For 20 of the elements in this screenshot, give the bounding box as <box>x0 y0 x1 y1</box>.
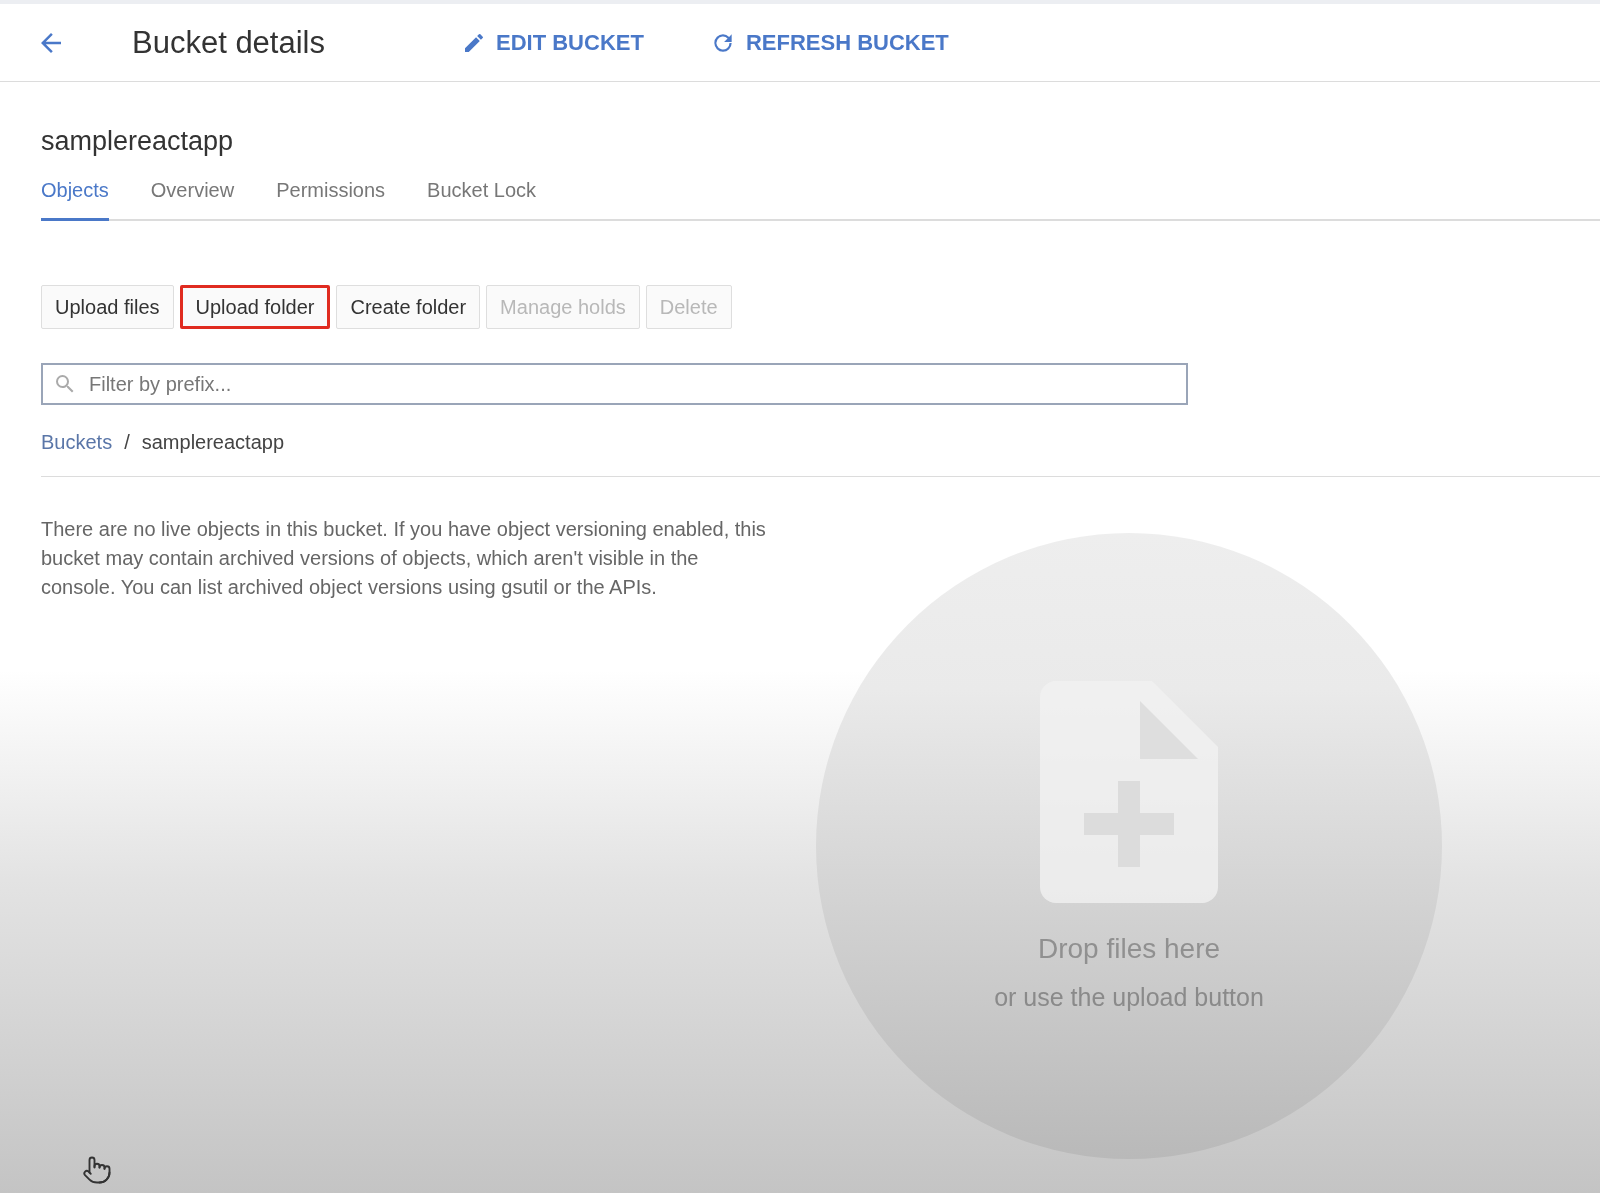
add-file-icon <box>1040 680 1218 903</box>
bucket-name: samplereactapp <box>41 126 235 157</box>
toolbar-button[interactable]: Upload folder <box>179 285 331 329</box>
page-title: Bucket details <box>132 24 326 61</box>
tab[interactable]: Permissions <box>276 179 386 221</box>
toolbar-button[interactable]: Create folder <box>336 285 481 329</box>
tab[interactable]: Objects <box>41 179 109 221</box>
filter-input[interactable]: Filter by prefix... <box>87 371 1176 397</box>
breadcrumb-current: samplereactapp <box>141 431 285 454</box>
drop-title: Drop files here <box>1037 932 1221 965</box>
toolbar-button[interactable]: Upload files <box>41 285 174 329</box>
breadcrumb-separator: / <box>124 431 130 454</box>
empty-message: There are no live objects in this bucket. If you have object versioning enabled, this bucket may contain archived versions of objects, which aren't visible in the console. You can list archived object versions using gsutil or the APIs. <box>41 517 767 600</box>
breadcrumb-link[interactable]: Buckets <box>41 431 113 454</box>
drop-subtitle: or use the upload button <box>994 982 1264 1012</box>
edit-bucket-button[interactable]: EDIT BUCKET <box>462 29 644 56</box>
filter-field[interactable]: Filter by prefix... <box>41 363 1188 405</box>
tab[interactable]: Overview <box>150 179 235 221</box>
tab[interactable]: Bucket Lock <box>427 179 537 221</box>
refresh-bucket-button[interactable]: REFRESH BUCKET <box>709 29 949 56</box>
